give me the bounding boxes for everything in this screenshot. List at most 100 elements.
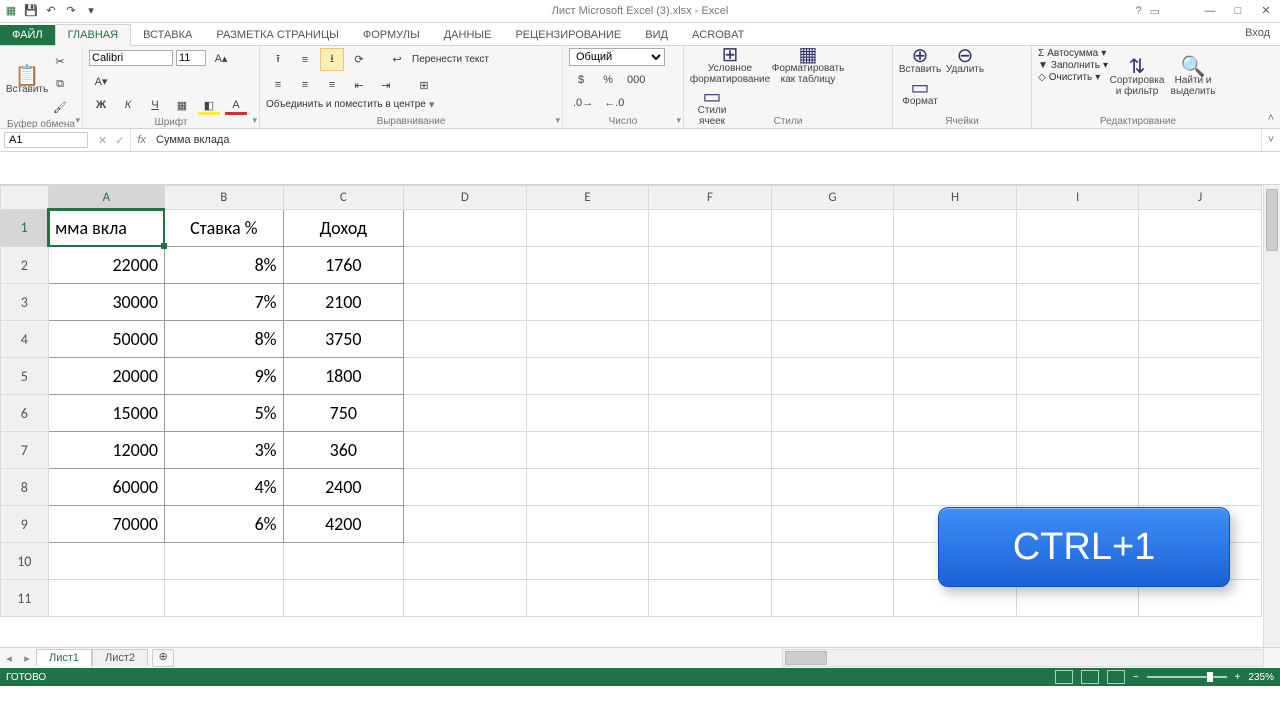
cell-G11[interactable] bbox=[771, 580, 894, 617]
cell-G2[interactable] bbox=[771, 247, 894, 284]
cell-F7[interactable] bbox=[649, 432, 772, 469]
qat-save-icon[interactable]: 💾 bbox=[24, 4, 38, 18]
cell-E11[interactable] bbox=[526, 580, 649, 617]
decrease-decimal-icon[interactable]: ←.0 bbox=[600, 93, 628, 113]
number-launcher-icon[interactable]: ▾ bbox=[676, 115, 681, 126]
align-middle-icon[interactable]: ≡ bbox=[293, 50, 317, 70]
minimize-button[interactable]: — bbox=[1196, 0, 1224, 22]
sheet-nav-prev-icon[interactable]: ◂ bbox=[0, 652, 18, 665]
cell-F9[interactable] bbox=[649, 506, 772, 543]
cell-C5[interactable]: 1800 bbox=[283, 358, 404, 395]
comma-icon[interactable]: 000 bbox=[623, 70, 649, 90]
cell-E7[interactable] bbox=[526, 432, 649, 469]
cell-D1[interactable] bbox=[404, 209, 527, 247]
cell-A1[interactable]: мма вкла bbox=[48, 209, 164, 247]
name-box[interactable] bbox=[4, 132, 88, 148]
cell-C7[interactable]: 360 bbox=[283, 432, 404, 469]
cell-H8[interactable] bbox=[894, 469, 1017, 506]
sheet-nav-next-icon[interactable]: ▸ bbox=[18, 652, 36, 665]
cell-D2[interactable] bbox=[404, 247, 527, 284]
cell-F5[interactable] bbox=[649, 358, 772, 395]
close-button[interactable]: ✕ bbox=[1252, 0, 1280, 22]
cell-B11[interactable] bbox=[165, 580, 284, 617]
column-header-F[interactable]: F bbox=[649, 186, 772, 210]
view-page-break-icon[interactable] bbox=[1107, 670, 1125, 684]
conditional-formatting-button[interactable]: ⊞Условное форматирование bbox=[690, 48, 770, 87]
cell-A4[interactable]: 50000 bbox=[48, 321, 164, 358]
cell-C9[interactable]: 4200 bbox=[283, 506, 404, 543]
horizontal-scrollbar[interactable] bbox=[782, 649, 1264, 667]
tab-page-layout[interactable]: РАЗМЕТКА СТРАНИЦЫ bbox=[204, 25, 350, 45]
format-cells-button[interactable]: ▭Формат bbox=[899, 81, 941, 109]
maximize-button[interactable]: □ bbox=[1224, 0, 1252, 22]
cell-H7[interactable] bbox=[894, 432, 1017, 469]
row-header-8[interactable]: 8 bbox=[1, 469, 49, 506]
column-header-E[interactable]: E bbox=[526, 186, 649, 210]
copy-icon[interactable]: ⧉ bbox=[48, 74, 72, 94]
find-select-button[interactable]: 🔍Найти и выделить bbox=[1166, 48, 1220, 110]
zoom-in-icon[interactable]: + bbox=[1235, 672, 1241, 683]
tab-insert[interactable]: ВСТАВКА bbox=[131, 25, 204, 45]
worksheet-grid[interactable]: ABCDEFGHIJ1мма вклаСтавка %Доход2220008%… bbox=[0, 185, 1280, 647]
clear-button[interactable]: ◇Очистить▾ bbox=[1038, 72, 1108, 83]
number-format-select[interactable]: Общий bbox=[569, 48, 665, 66]
cell-D7[interactable] bbox=[404, 432, 527, 469]
cell-E5[interactable] bbox=[526, 358, 649, 395]
cell-H1[interactable] bbox=[894, 209, 1017, 247]
font-launcher-icon[interactable]: ▾ bbox=[252, 115, 257, 126]
column-header-G[interactable]: G bbox=[771, 186, 894, 210]
cell-I4[interactable] bbox=[1016, 321, 1139, 358]
cell-A7[interactable]: 12000 bbox=[48, 432, 164, 469]
cell-G3[interactable] bbox=[771, 284, 894, 321]
row-header-2[interactable]: 2 bbox=[1, 247, 49, 284]
row-header-11[interactable]: 11 bbox=[1, 580, 49, 617]
clipboard-launcher-icon[interactable]: ▾ bbox=[75, 115, 80, 126]
view-normal-icon[interactable] bbox=[1055, 670, 1073, 684]
cell-E4[interactable] bbox=[526, 321, 649, 358]
cell-A9[interactable]: 70000 bbox=[48, 506, 164, 543]
format-as-table-button[interactable]: ▦Форматировать как таблицу bbox=[773, 48, 843, 87]
cut-icon[interactable]: ✂ bbox=[48, 51, 72, 71]
new-sheet-button[interactable]: ⊕ bbox=[152, 649, 174, 667]
cell-J1[interactable] bbox=[1139, 209, 1262, 247]
tab-data[interactable]: ДАННЫЕ bbox=[432, 25, 504, 45]
align-bottom-icon[interactable]: ⭳ bbox=[320, 48, 344, 71]
cell-G1[interactable] bbox=[771, 209, 894, 247]
column-header-H[interactable]: H bbox=[894, 186, 1017, 210]
sort-filter-button[interactable]: ⇅Сортировка и фильтр bbox=[1108, 48, 1166, 110]
cell-C10[interactable] bbox=[283, 543, 404, 580]
tab-formulas[interactable]: ФОРМУЛЫ bbox=[351, 25, 432, 45]
column-header-J[interactable]: J bbox=[1139, 186, 1262, 210]
hscroll-thumb[interactable] bbox=[785, 651, 827, 665]
cell-A3[interactable]: 30000 bbox=[48, 284, 164, 321]
cell-E9[interactable] bbox=[526, 506, 649, 543]
cell-B8[interactable]: 4% bbox=[165, 469, 284, 506]
cell-E2[interactable] bbox=[526, 247, 649, 284]
cell-A6[interactable]: 15000 bbox=[48, 395, 164, 432]
cell-J8[interactable] bbox=[1139, 469, 1262, 506]
cell-H4[interactable] bbox=[894, 321, 1017, 358]
cell-J6[interactable] bbox=[1139, 395, 1262, 432]
zoom-slider[interactable] bbox=[1147, 676, 1227, 678]
decrease-indent-icon[interactable]: ⇤ bbox=[347, 75, 371, 95]
cell-A8[interactable]: 60000 bbox=[48, 469, 164, 506]
align-right-icon[interactable]: ≡ bbox=[320, 75, 344, 95]
cell-D4[interactable] bbox=[404, 321, 527, 358]
cell-D10[interactable] bbox=[404, 543, 527, 580]
cancel-formula-icon[interactable]: ✕ bbox=[98, 134, 107, 147]
cell-J4[interactable] bbox=[1139, 321, 1262, 358]
cell-B9[interactable]: 6% bbox=[165, 506, 284, 543]
collapse-ribbon-icon[interactable]: ˄ bbox=[1268, 112, 1274, 124]
cell-B1[interactable]: Ставка % bbox=[165, 209, 284, 247]
selection-handle[interactable] bbox=[161, 243, 167, 249]
increase-indent-icon[interactable]: ⇥ bbox=[374, 75, 398, 95]
increase-decimal-icon[interactable]: .0→ bbox=[569, 93, 597, 113]
cell-J3[interactable] bbox=[1139, 284, 1262, 321]
cell-C8[interactable]: 2400 bbox=[283, 469, 404, 506]
cell-H2[interactable] bbox=[894, 247, 1017, 284]
font-color-icon[interactable]: A bbox=[224, 95, 248, 115]
cell-G6[interactable] bbox=[771, 395, 894, 432]
sign-in-link[interactable]: Вход bbox=[1245, 27, 1270, 39]
cell-D6[interactable] bbox=[404, 395, 527, 432]
fill-button[interactable]: ▼Заполнить▾ bbox=[1038, 60, 1108, 71]
